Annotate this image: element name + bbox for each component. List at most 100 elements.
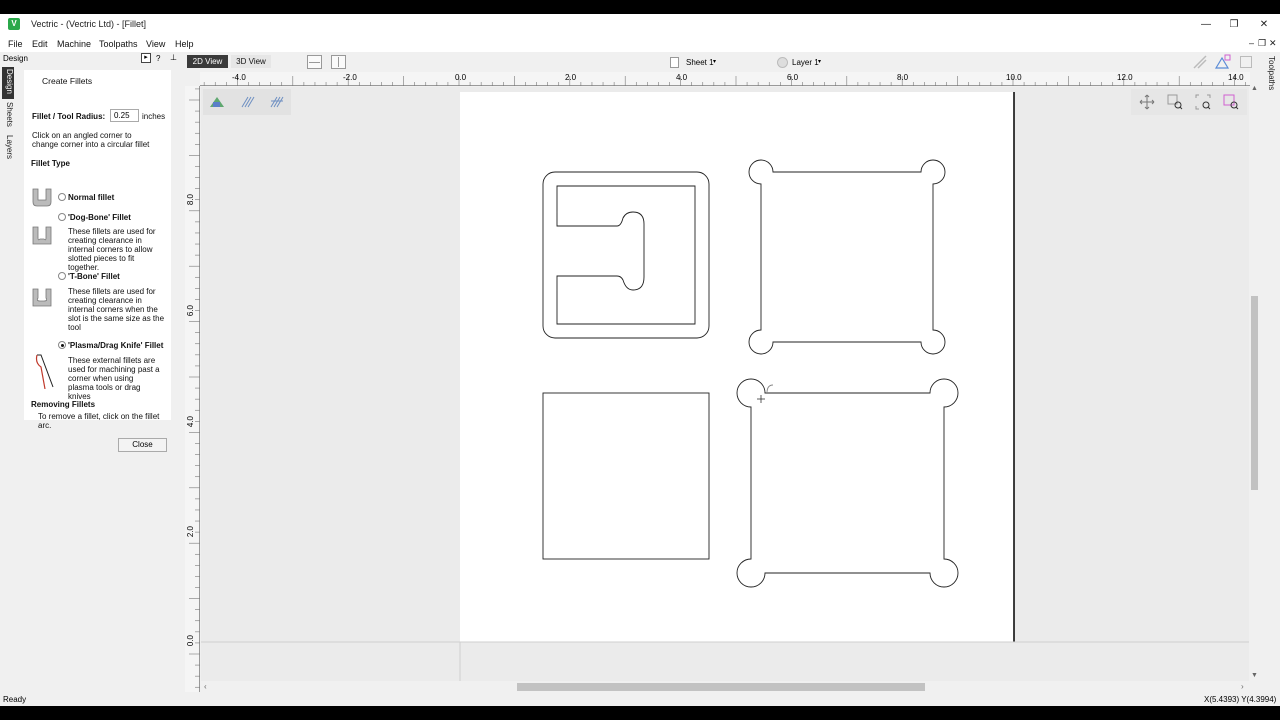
scroll-right-icon[interactable]: ›: [1241, 682, 1244, 691]
tab-toolpaths[interactable]: Toolpaths: [1264, 56, 1276, 101]
menu-help[interactable]: Help: [175, 39, 194, 49]
normal-fillet-radio[interactable]: [58, 193, 66, 201]
design-panel-title: Design: [3, 54, 28, 63]
zoom-material-icon[interactable]: [1223, 94, 1239, 110]
tab-sheets[interactable]: Sheets: [2, 102, 14, 132]
frame-icon[interactable]: [1240, 56, 1252, 68]
hruler-label: 0.0: [455, 73, 467, 82]
hruler-label: 6.0: [787, 73, 799, 82]
hatch-icon[interactable]: [241, 95, 255, 109]
layer-selector[interactable]: Layer 1: [792, 58, 819, 67]
hruler-label: 8.0: [897, 73, 909, 82]
hruler-label: 14.0: [1228, 73, 1244, 82]
create-fillets-panel: Create Fillets Fillet / Tool Radius: inc…: [24, 70, 171, 430]
sheet-selector[interactable]: Sheet 1: [686, 58, 714, 67]
cross-hatch-icon[interactable]: [270, 95, 284, 109]
t-bone-fillet-icon: [32, 288, 52, 307]
sheet-caret-icon[interactable]: ▾: [713, 58, 716, 65]
hruler-label: -2.0: [343, 73, 357, 82]
tab-2d-view[interactable]: 2D View: [187, 55, 228, 68]
vertical-scroll-thumb[interactable]: [1251, 296, 1258, 490]
app-window: V Vectric - (Vectric Ltd) - [Fillet] — ❐…: [0, 14, 1280, 706]
mdi-restore-button[interactable]: ❐: [1258, 38, 1266, 49]
help-icon[interactable]: ?: [156, 54, 160, 63]
design-panel-header: Design ▸ ? ⊥: [0, 53, 185, 65]
menu-view[interactable]: View: [146, 39, 165, 49]
material-sheet: [460, 92, 1014, 642]
pan-icon[interactable]: [1139, 94, 1155, 110]
snap-icon[interactable]: [1192, 54, 1208, 70]
tab-3d-view[interactable]: 3D View: [231, 55, 271, 68]
zoom-tool-strip: [1131, 89, 1247, 115]
radius-input[interactable]: [110, 109, 139, 122]
horizontal-ruler: -4.0 -2.0 0.0 2.0 4.0 6.0 8.0 10.0 12.0 …: [200, 72, 1250, 86]
vruler-label: 2.0: [186, 526, 195, 538]
menu-edit[interactable]: Edit: [32, 39, 48, 49]
normal-fillet-icon: [32, 188, 52, 207]
drawing-canvas[interactable]: [201, 87, 1249, 689]
horizontal-ruler-ticks: [203, 76, 1246, 86]
minimize-button[interactable]: —: [1196, 17, 1216, 33]
hruler-label: 4.0: [676, 73, 688, 82]
mdi-minimize-button[interactable]: –: [1249, 38, 1254, 48]
vruler-label: 0.0: [186, 635, 195, 647]
hruler-label: -4.0: [232, 73, 246, 82]
pin-icon[interactable]: ⊥: [170, 53, 177, 62]
dock-icon[interactable]: ▸: [141, 53, 151, 63]
hruler-label: 10.0: [1006, 73, 1022, 82]
close-panel-button[interactable]: Close: [118, 438, 167, 452]
menu-bar: File Edit Machine Toolpaths View Help – …: [0, 36, 1280, 52]
tab-design[interactable]: Design: [2, 67, 14, 99]
menu-toolpaths[interactable]: Toolpaths: [99, 39, 138, 49]
tab-layers[interactable]: Layers: [2, 135, 14, 165]
canvas-drawing[interactable]: [201, 87, 1249, 689]
zoom-extents-icon[interactable]: [1195, 94, 1211, 110]
plasma-fillet-description: These external fillets are used for mach…: [68, 356, 160, 401]
dog-bone-fillet-label[interactable]: 'Dog-Bone' Fillet: [68, 213, 131, 222]
dog-bone-fillet-icon: [32, 226, 52, 245]
t-bone-fillet-label[interactable]: 'T-Bone' Fillet: [68, 272, 120, 281]
vertical-ruler-ticks: [189, 88, 200, 688]
vruler-label: 6.0: [186, 305, 195, 317]
layer-icon: [777, 57, 788, 68]
plasma-fillet-label[interactable]: 'Plasma/Drag Knife' Fillet: [68, 341, 163, 350]
shapes-icon[interactable]: [1214, 54, 1232, 70]
scroll-left-icon[interactable]: ‹: [204, 682, 207, 691]
horizontal-scroll-thumb[interactable]: [517, 683, 925, 691]
sheet-icon: [670, 57, 679, 68]
instructions-text: Click on an angled corner to change corn…: [32, 131, 150, 149]
status-bar: Ready X(5.4393) Y(4.3994): [0, 692, 1280, 706]
dog-bone-fillet-radio[interactable]: [58, 213, 66, 221]
title-bar: V Vectric - (Vectric Ltd) - [Fillet] — ❐…: [0, 14, 1280, 36]
scroll-up-icon[interactable]: ▲: [1251, 85, 1258, 92]
split-horizontal-icon[interactable]: [307, 55, 322, 69]
menu-file[interactable]: File: [8, 39, 23, 49]
vruler-label: 8.0: [186, 194, 195, 206]
split-vertical-icon[interactable]: [331, 55, 346, 69]
window-title: Vectric - (Vectric Ltd) - [Fillet]: [31, 19, 147, 29]
left-tab-strip: Design Sheets Layers: [0, 64, 16, 700]
layer-caret-icon[interactable]: ▾: [818, 58, 821, 65]
mdi-close-button[interactable]: ✕: [1269, 38, 1277, 49]
normal-fillet-label[interactable]: Normal fillet: [68, 193, 114, 202]
menu-machine[interactable]: Machine: [57, 39, 91, 49]
restore-button[interactable]: ❐: [1224, 17, 1244, 33]
radius-unit: inches: [142, 112, 166, 121]
right-tab-strip: Toolpaths: [1260, 54, 1280, 700]
radius-label: Fillet / Tool Radius:: [32, 112, 106, 121]
removing-fillets-text: To remove a fillet, click on the fillet …: [38, 412, 160, 430]
fillet-type-heading: Fillet Type: [31, 159, 70, 168]
t-bone-fillet-radio[interactable]: [58, 272, 66, 280]
zoom-box-icon[interactable]: [1167, 94, 1183, 110]
vertical-scrollbar[interactable]: ▲ ▼: [1249, 85, 1260, 687]
vruler-label: 4.0: [186, 416, 195, 428]
hruler-label: 12.0: [1117, 73, 1133, 82]
vertical-ruler: 8.0 6.0 4.0 2.0 0.0: [185, 86, 200, 692]
close-button[interactable]: ✕: [1254, 17, 1274, 33]
scroll-down-icon[interactable]: ▼: [1251, 672, 1258, 679]
vectric-logo-icon: V: [8, 18, 20, 30]
vector-texture-icon[interactable]: [209, 95, 225, 109]
hruler-label: 2.0: [565, 73, 577, 82]
plasma-fillet-radio[interactable]: [58, 341, 66, 349]
cursor-coordinates: X(5.4393) Y(4.3994): [1204, 695, 1277, 704]
